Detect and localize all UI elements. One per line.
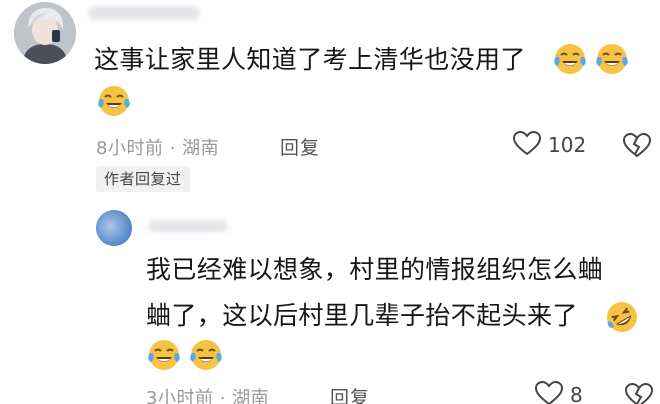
like-count: 102 bbox=[548, 133, 587, 157]
comment-meta: 8小时前 · 湖南 bbox=[96, 134, 219, 160]
emoji-group bbox=[552, 42, 630, 80]
location: 湖南 bbox=[232, 388, 270, 404]
comment-meta: 3小时前 · 湖南 bbox=[146, 384, 269, 404]
dislike-button[interactable] bbox=[624, 382, 654, 404]
broken-heart-icon bbox=[622, 132, 652, 162]
rofl-emoji-icon bbox=[604, 300, 640, 338]
heart-icon bbox=[534, 380, 564, 404]
like-count: 8 bbox=[570, 383, 583, 404]
crying-laughing-emoji-icon bbox=[594, 42, 630, 80]
crying-laughing-emoji-icon bbox=[96, 84, 132, 122]
like-button[interactable]: 102 bbox=[512, 130, 586, 160]
comment-thread: 这事让家里人知道了考上清华也没用了 8小时前 · 湖南 回复 102 作者回复过… bbox=[0, 0, 660, 404]
comment-body-line: 我已经难以想象，村里的情报组织怎么蛐 bbox=[146, 255, 604, 284]
emoji-group bbox=[604, 300, 640, 338]
location: 湖南 bbox=[182, 138, 220, 159]
reply-button[interactable]: 回复 bbox=[330, 383, 370, 404]
username-redacted bbox=[148, 220, 228, 232]
emoji-group bbox=[96, 84, 132, 122]
dislike-button[interactable] bbox=[622, 132, 652, 162]
timestamp: 3小时前 bbox=[146, 388, 214, 404]
reply-button[interactable]: 回复 bbox=[280, 133, 320, 160]
timestamp: 8小时前 bbox=[96, 138, 164, 159]
like-button[interactable]: 8 bbox=[534, 380, 583, 404]
crying-laughing-emoji-icon bbox=[188, 338, 224, 376]
author-replied-badge: 作者回复过 bbox=[96, 166, 190, 192]
separator: · bbox=[219, 388, 226, 404]
heart-icon bbox=[512, 130, 542, 160]
emoji-group bbox=[146, 338, 224, 376]
username-redacted bbox=[88, 6, 200, 20]
separator: · bbox=[169, 138, 176, 159]
comment-body: 这事让家里人知道了考上清华也没用了 bbox=[94, 45, 526, 74]
broken-heart-icon bbox=[624, 382, 654, 404]
avatar[interactable] bbox=[14, 2, 76, 64]
avatar[interactable] bbox=[96, 210, 132, 246]
crying-laughing-emoji-icon bbox=[552, 42, 588, 80]
crying-laughing-emoji-icon bbox=[146, 338, 182, 376]
comment-body-line: 蛐了，这以后村里几辈子抬不起头来了 bbox=[146, 301, 578, 330]
